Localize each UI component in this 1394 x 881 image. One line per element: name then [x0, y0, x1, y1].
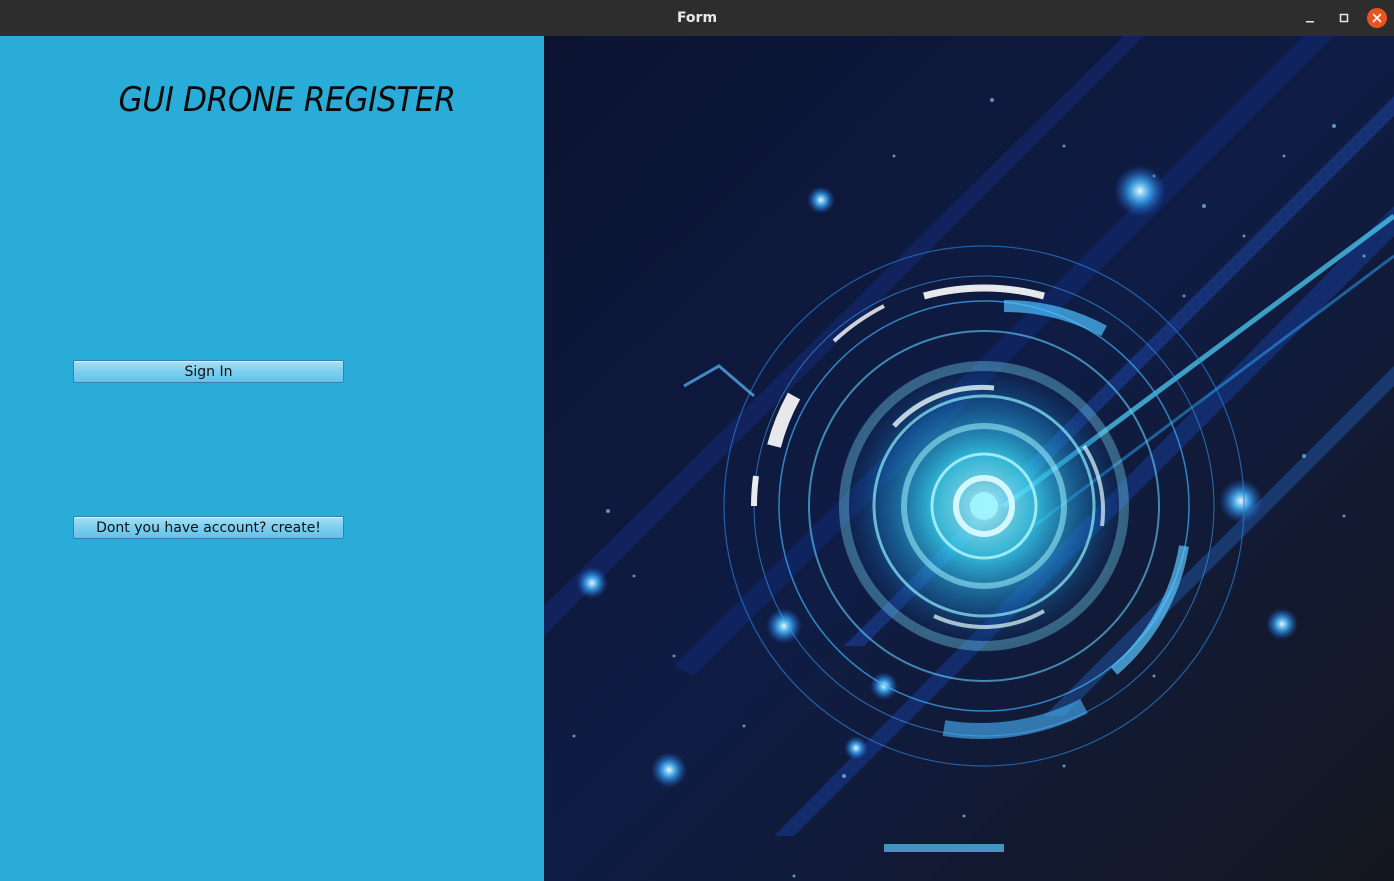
close-icon: [1372, 13, 1382, 23]
app-heading: GUI DRONE REGISTER: [118, 80, 456, 120]
maximize-icon: [1339, 13, 1349, 23]
minimize-button[interactable]: [1300, 8, 1320, 28]
window-title: Form: [676, 10, 718, 26]
drone-hud-image: [544, 36, 1394, 881]
window-title-bar[interactable]: Form: [0, 0, 1394, 36]
sign-in-button[interactable]: Sign In: [73, 360, 344, 383]
minimize-icon: [1306, 21, 1314, 23]
create-account-button[interactable]: Dont you have account? create!: [73, 516, 344, 539]
hud-illustration: [544, 36, 1394, 881]
close-button[interactable]: [1367, 8, 1387, 28]
maximize-button[interactable]: [1334, 8, 1354, 28]
login-panel: GUI DRONE REGISTER Sign In Dont you have…: [0, 36, 544, 881]
